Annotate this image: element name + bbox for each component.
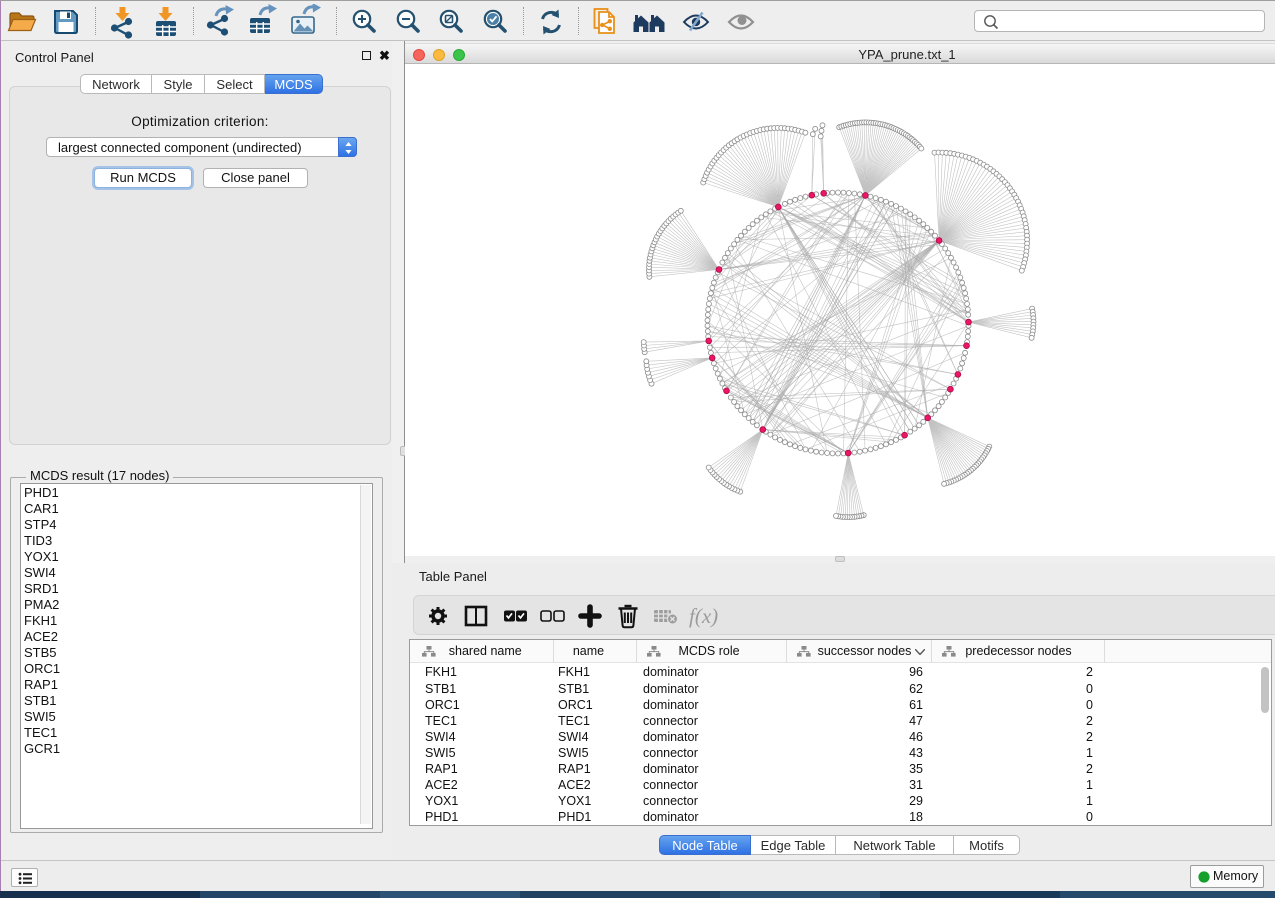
- svg-text:f(x): f(x): [689, 604, 718, 628]
